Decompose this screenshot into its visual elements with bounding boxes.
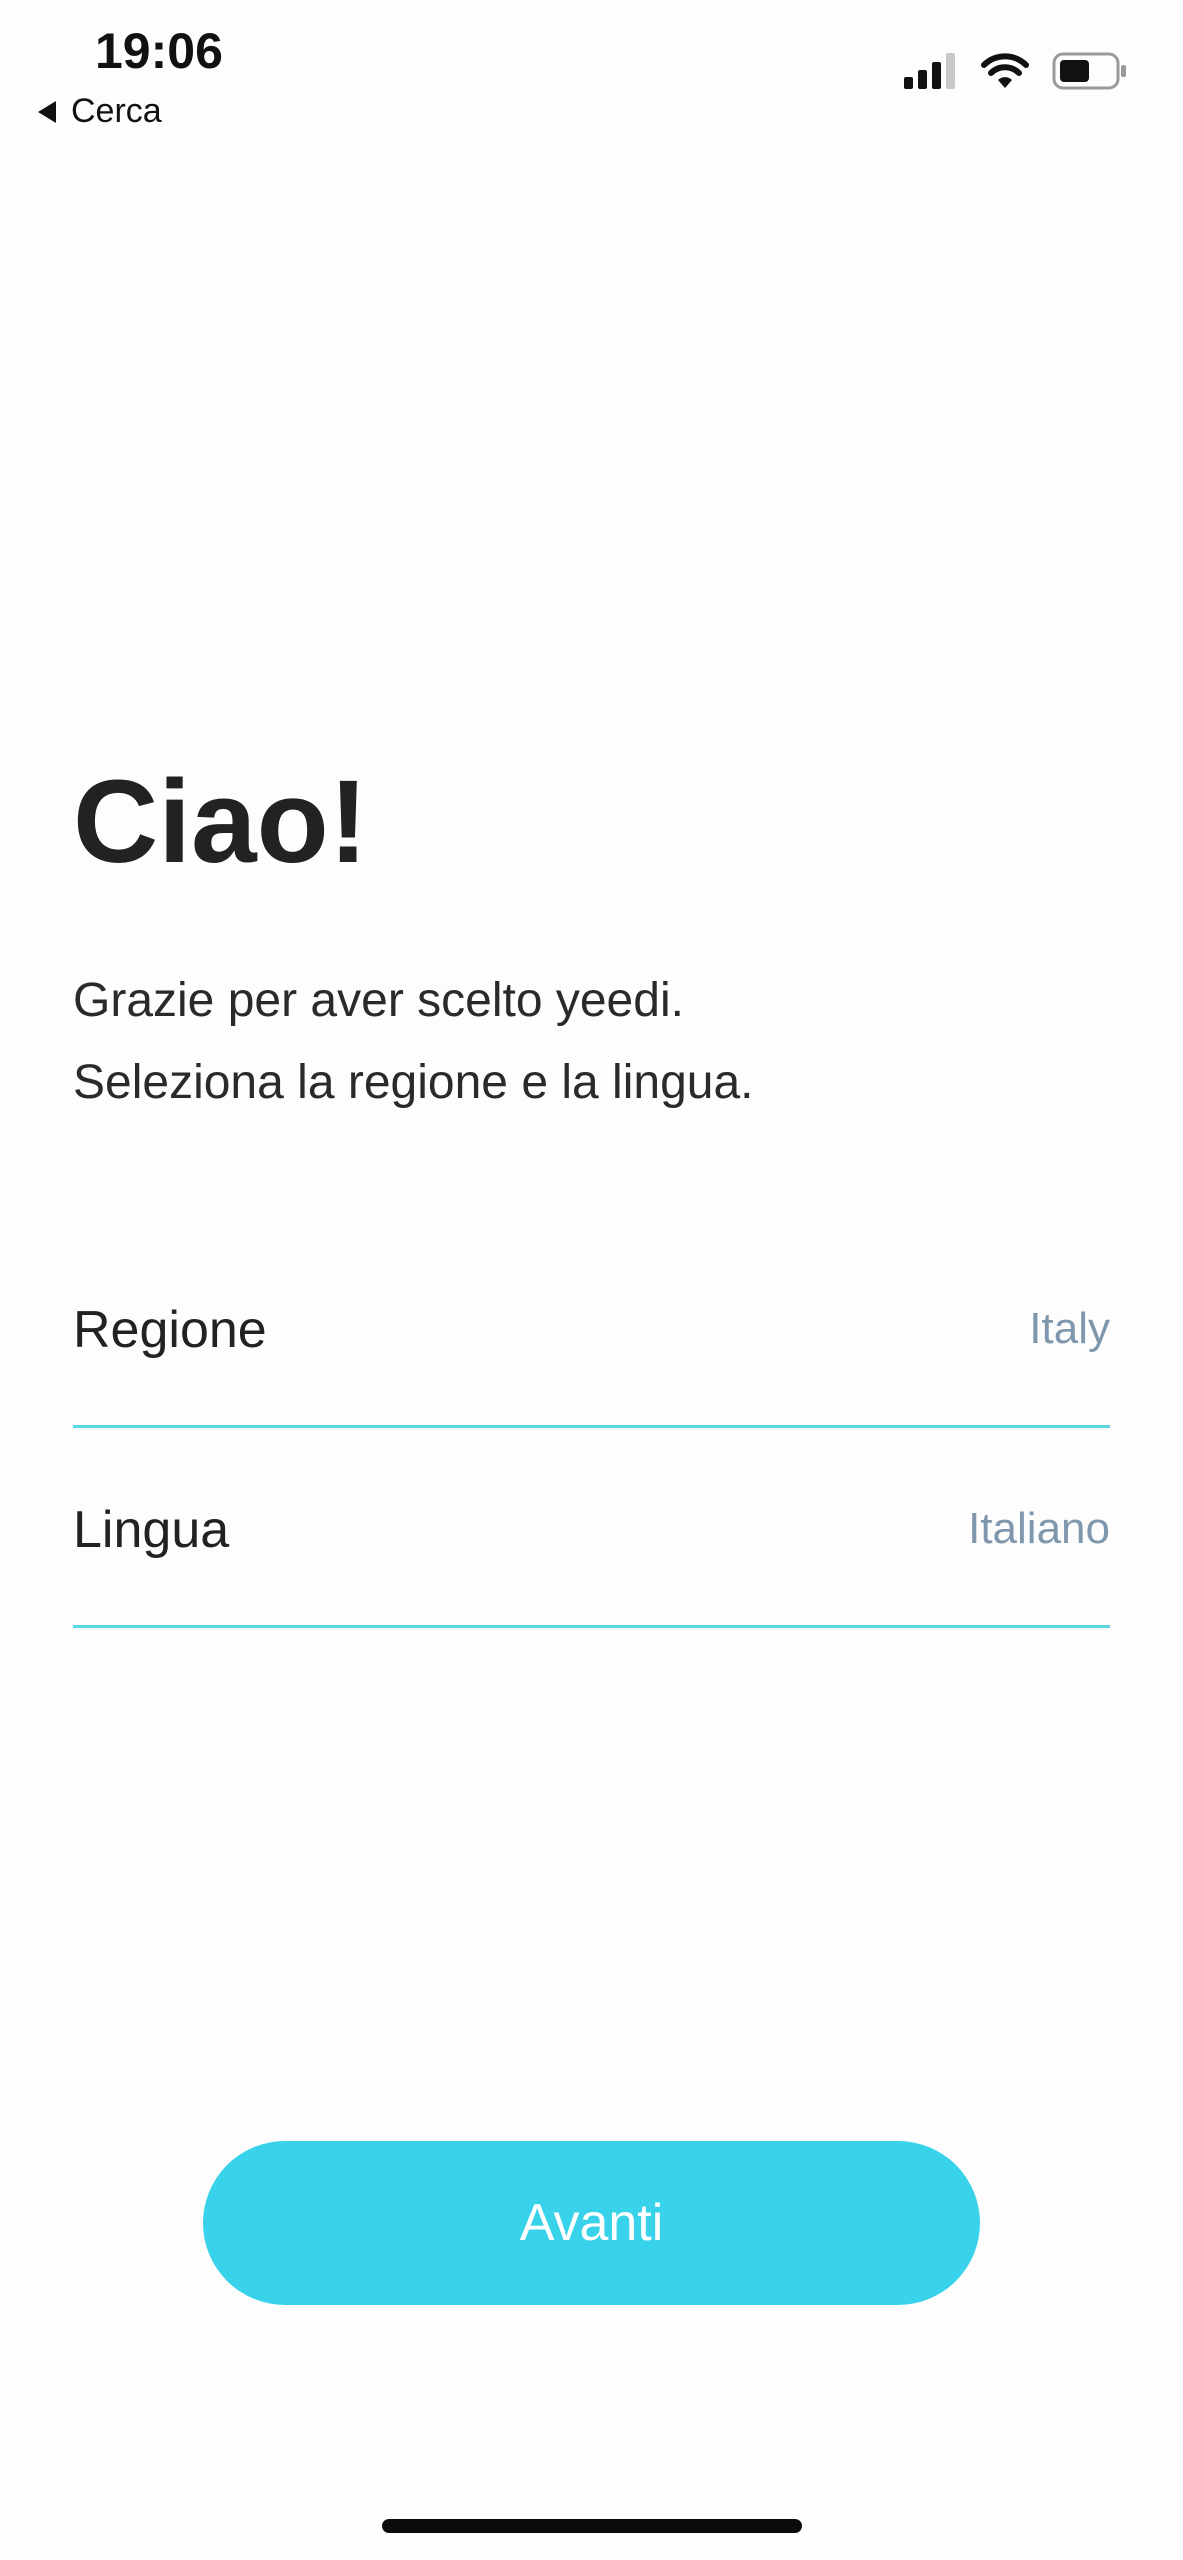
welcome-message-line-2: Seleziona la regione e la lingua. [73,1056,754,1109]
welcome-message-line-1: Grazie per aver scelto yeedi. [73,974,684,1027]
back-arrow-icon [38,100,56,123]
wifi-icon [981,53,1029,88]
welcome-message: Grazie per aver scelto yeedi. Seleziona … [73,960,753,1124]
back-to-search-link[interactable]: Cerca [38,92,162,131]
status-icons [904,52,1128,90]
page-title: Ciao! [73,756,368,888]
language-selector[interactable]: Lingua Italiano [73,1428,1110,1628]
back-link-label: Cerca [71,92,162,130]
status-bar: 19:06 Cerca [0,0,1183,150]
language-label: Lingua [73,1501,230,1559]
region-value: Italy [1029,1304,1110,1353]
region-label: Regione [73,1301,267,1359]
next-button[interactable]: Avanti [203,2141,980,2305]
language-value: Italiano [968,1504,1110,1553]
status-time: 19:06 [95,23,223,79]
home-indicator[interactable] [382,2519,802,2533]
region-selector[interactable]: Regione Italy [73,1228,1110,1428]
cellular-signal-icon [904,53,955,89]
battery-icon [1052,52,1126,90]
